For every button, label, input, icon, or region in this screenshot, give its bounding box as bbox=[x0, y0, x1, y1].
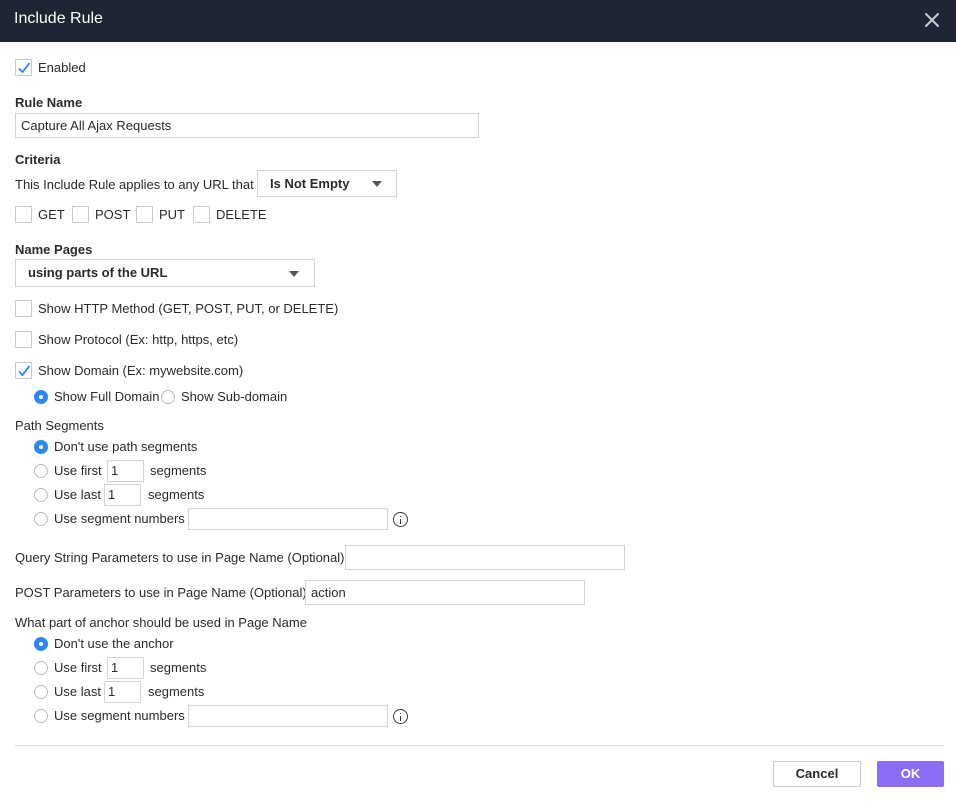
show-full-domain-radio[interactable] bbox=[34, 390, 48, 404]
path-use-last-label: Use last bbox=[54, 487, 101, 502]
dialog-titlebar: Include Rule bbox=[0, 0, 956, 42]
path-use-first-input[interactable]: 1 bbox=[107, 460, 144, 482]
path-none-radio[interactable] bbox=[34, 440, 48, 454]
info-icon[interactable] bbox=[393, 512, 408, 527]
rule-name-label: Rule Name bbox=[15, 95, 83, 110]
name-pages-method-value: using parts of the URL bbox=[28, 265, 168, 280]
method-checkbox-delete[interactable] bbox=[193, 206, 210, 223]
criteria-applies-text: This Include Rule applies to any URL tha… bbox=[15, 177, 254, 192]
anchor-segment-numbers-radio[interactable] bbox=[34, 709, 48, 723]
footer-divider bbox=[15, 745, 943, 746]
dialog-title: Include Rule bbox=[14, 10, 103, 27]
show-sub-domain-label: Show Sub-domain bbox=[181, 389, 288, 404]
anchor-use-last-label: Use last bbox=[54, 684, 101, 699]
anchor-use-first-label: Use first bbox=[54, 660, 102, 675]
chevron-down-icon bbox=[372, 181, 382, 187]
path-use-first-segments-label: segments bbox=[150, 463, 207, 478]
path-use-last-radio[interactable] bbox=[34, 488, 48, 502]
post-params-input[interactable]: action bbox=[305, 580, 585, 605]
anchor-none-label: Don't use the anchor bbox=[54, 636, 174, 651]
show-http-method-checkbox[interactable] bbox=[15, 300, 32, 317]
method-label-get: GET bbox=[38, 207, 65, 222]
method-label-post: POST bbox=[95, 207, 131, 222]
path-use-last-input[interactable]: 1 bbox=[104, 484, 141, 506]
post-params-label: POST Parameters to use in Page Name (Opt… bbox=[15, 585, 307, 600]
info-icon[interactable] bbox=[393, 709, 408, 724]
ok-button[interactable]: OK bbox=[877, 761, 944, 787]
checkmark-icon bbox=[18, 62, 31, 74]
name-pages-method-select[interactable]: using parts of the URL bbox=[15, 259, 315, 287]
checkmark-icon bbox=[18, 365, 31, 377]
show-http-method-label: Show HTTP Method (GET, POST, PUT, or DEL… bbox=[38, 301, 339, 316]
criteria-condition-value: Is Not Empty bbox=[270, 176, 350, 191]
path-use-first-label: Use first bbox=[54, 463, 102, 478]
show-protocol-label: Show Protocol (Ex: http, https, etc) bbox=[38, 332, 239, 347]
anchor-segment-numbers-label: Use segment numbers bbox=[54, 708, 185, 723]
cancel-button[interactable]: Cancel bbox=[773, 761, 861, 787]
show-sub-domain-radio[interactable] bbox=[161, 390, 175, 404]
path-use-first-radio[interactable] bbox=[34, 464, 48, 478]
show-protocol-checkbox[interactable] bbox=[15, 331, 32, 348]
show-domain-checkbox[interactable] bbox=[15, 362, 32, 379]
anchor-none-radio[interactable] bbox=[34, 637, 48, 651]
query-params-input[interactable] bbox=[345, 545, 625, 570]
path-none-label: Don't use path segments bbox=[54, 439, 198, 454]
chevron-down-icon bbox=[289, 271, 299, 277]
method-checkbox-post[interactable] bbox=[72, 206, 89, 223]
method-label-delete: DELETE bbox=[216, 207, 267, 222]
query-params-label: Query String Parameters to use in Page N… bbox=[15, 550, 345, 565]
enabled-label: Enabled bbox=[38, 60, 86, 75]
criteria-condition-select[interactable]: Is Not Empty bbox=[257, 170, 397, 197]
anchor-use-last-segments-label: segments bbox=[148, 684, 205, 699]
path-use-last-segments-label: segments bbox=[148, 487, 205, 502]
anchor-use-first-segments-label: segments bbox=[150, 660, 207, 675]
enabled-checkbox[interactable] bbox=[15, 59, 32, 76]
close-icon[interactable] bbox=[920, 8, 944, 32]
anchor-use-first-radio[interactable] bbox=[34, 661, 48, 675]
method-checkbox-get[interactable] bbox=[15, 206, 32, 223]
rule-name-input[interactable]: Capture All Ajax Requests bbox=[15, 113, 479, 138]
anchor-use-last-input[interactable]: 1 bbox=[104, 681, 141, 703]
path-segment-numbers-radio[interactable] bbox=[34, 512, 48, 526]
anchor-label: What part of anchor should be used in Pa… bbox=[15, 615, 307, 630]
path-segments-label: Path Segments bbox=[15, 418, 104, 433]
anchor-use-first-input[interactable]: 1 bbox=[107, 657, 144, 679]
path-segment-numbers-label: Use segment numbers bbox=[54, 511, 185, 526]
show-full-domain-label: Show Full Domain bbox=[54, 389, 160, 404]
path-segment-numbers-input[interactable] bbox=[188, 508, 388, 530]
method-checkbox-put[interactable] bbox=[136, 206, 153, 223]
name-pages-label: Name Pages bbox=[15, 242, 93, 257]
show-domain-label: Show Domain (Ex: mywebsite.com) bbox=[38, 363, 244, 378]
anchor-segment-numbers-input[interactable] bbox=[188, 705, 388, 727]
anchor-use-last-radio[interactable] bbox=[34, 685, 48, 699]
method-label-put: PUT bbox=[159, 207, 185, 222]
criteria-label: Criteria bbox=[15, 152, 61, 167]
